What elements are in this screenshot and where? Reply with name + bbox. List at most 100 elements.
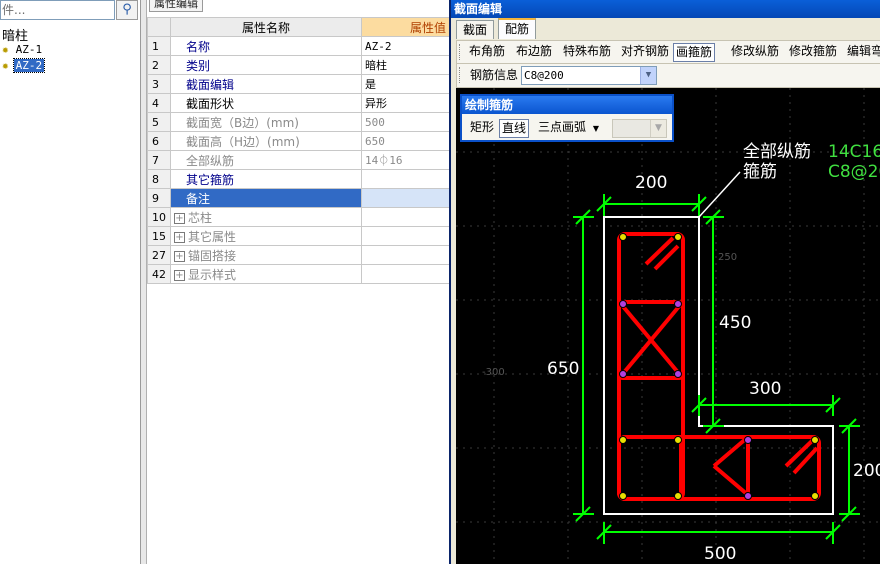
rebar-info-select[interactable]: C8@200 ▼ (521, 66, 657, 85)
annotations: 全部纵筋 14C16 箍筋 C8@200 (743, 142, 880, 182)
three-point-arc-button[interactable]: 三点画弧 ▼ (536, 119, 601, 138)
reinforcement-toolbar: 布角筋 布边筋 特殊布筋 对齐钢筋 画箍筋 修改纵筋 修改箍筋 编辑弯 (456, 40, 880, 64)
property-name[interactable]: 截面编辑 (170, 74, 362, 94)
search-button[interactable]: ⚲ (116, 0, 138, 20)
chevron-down-icon[interactable]: ▼ (650, 120, 666, 137)
expand-icon[interactable]: + (174, 231, 185, 243)
property-row[interactable]: 27 + 锚固搭接 (147, 245, 450, 265)
property-name[interactable]: 类别 (170, 55, 362, 75)
search-input[interactable]: 件... (0, 0, 115, 20)
property-name[interactable]: + 锚固搭接 (170, 245, 362, 265)
property-name-label: 类别 (186, 58, 211, 73)
rebar-info-toolbar: 钢筋信息 C8@200 ▼ (456, 64, 880, 88)
tab-section[interactable]: 截面 (456, 20, 495, 39)
property-row[interactable]: 4 截面形状 异形 (147, 93, 450, 113)
dim-inner-vertical: 450 (719, 313, 751, 333)
corner-bar-button[interactable]: 布角筋 (467, 43, 507, 62)
dim-left-height: 650 (547, 359, 579, 379)
property-name-label: 芯柱 (188, 210, 213, 225)
property-name[interactable]: 名称 (170, 36, 362, 56)
row-number: 15 (147, 226, 171, 246)
property-value[interactable] (361, 226, 450, 246)
property-name[interactable]: + 显示样式 (170, 264, 362, 284)
property-name-label: 截面宽（B边）(mm) (186, 115, 299, 130)
property-row[interactable]: 8 其它箍筋 (147, 169, 450, 189)
property-value[interactable]: 650 (361, 131, 450, 151)
header-property-name[interactable]: 属性名称 (170, 17, 362, 37)
property-name-label: 截面高（H边）(mm) (186, 134, 300, 149)
property-value[interactable]: 是 (361, 74, 450, 94)
property-name[interactable]: + 芯柱 (170, 207, 362, 227)
property-name[interactable]: 截面形状 (170, 93, 362, 113)
row-number: 1 (147, 36, 171, 56)
property-row[interactable]: 15 + 其它属性 (147, 226, 450, 246)
property-row[interactable]: 9 备注 (147, 188, 450, 208)
property-row[interactable]: 42 + 显示样式 (147, 264, 450, 284)
property-row[interactable]: 1 名称 AZ-2 (147, 36, 450, 56)
rebar-info-value: C8@200 (524, 69, 564, 82)
line-button[interactable]: 直线 (499, 119, 530, 138)
property-row[interactable]: 7 全部纵筋 14⏀16 (147, 150, 450, 170)
arc-options-select[interactable]: ▼ (612, 119, 667, 138)
property-row[interactable]: 2 类别 暗柱 (147, 55, 450, 75)
draw-stirrup-button[interactable]: 画箍筋 (673, 43, 716, 62)
row-number: 5 (147, 112, 171, 132)
special-bar-button[interactable]: 特殊布筋 (561, 43, 613, 62)
row-number: 7 (147, 150, 171, 170)
tab-reinforcement[interactable]: 配筋 (498, 18, 537, 39)
property-name[interactable]: 全部纵筋 (170, 150, 362, 170)
property-name[interactable]: 截面宽（B边）(mm) (170, 112, 362, 132)
component-tree-panel: 件... ⚲ 暗柱 ✹ AZ-1 ✹ AZ-2 (0, 0, 141, 564)
property-value[interactable]: 异形 (361, 93, 450, 113)
property-name[interactable]: + 其它属性 (170, 226, 362, 246)
property-value[interactable] (361, 245, 450, 265)
rebar-info-label: 钢筋信息 (470, 68, 519, 82)
expand-icon[interactable]: + (174, 212, 185, 224)
property-name[interactable]: 备注 (170, 188, 362, 208)
property-row[interactable]: 3 截面编辑 是 (147, 74, 450, 94)
property-value[interactable] (361, 264, 450, 284)
property-row[interactable]: 6 截面高（H边）(mm) 650 (147, 131, 450, 151)
property-value[interactable]: 暗柱 (361, 55, 450, 75)
property-value[interactable]: 14⏀16 (361, 150, 450, 170)
section-drawing: 250 -300 200 650 450 300 20 500 全部纵筋 14C… (456, 88, 880, 564)
gear-icon: ✹ (2, 59, 9, 72)
tree-item-az2[interactable]: ✹ AZ-2 (2, 58, 46, 73)
property-value[interactable] (361, 188, 450, 208)
property-row[interactable]: 5 截面宽（B边）(mm) 500 (147, 112, 450, 132)
chevron-down-icon[interactable]: ▼ (593, 124, 599, 133)
align-bar-button[interactable]: 对齐钢筋 (619, 43, 671, 62)
draw-stirrup-title[interactable]: 绘制箍筋 (462, 96, 672, 114)
edge-bar-button[interactable]: 布边筋 (514, 43, 554, 62)
expand-icon[interactable]: + (174, 269, 185, 281)
property-value[interactable] (361, 169, 450, 189)
chevron-down-icon[interactable]: ▼ (640, 67, 656, 84)
toolbar-grip[interactable] (459, 67, 462, 83)
property-value[interactable]: 500 (361, 112, 450, 132)
tab-property-edit[interactable]: 属性编辑 (149, 0, 203, 12)
three-point-arc-label: 三点画弧 (538, 120, 587, 134)
property-name[interactable]: 其它箍筋 (170, 169, 362, 189)
property-name-label: 显示样式 (188, 267, 237, 282)
modify-stirrup-button[interactable]: 修改箍筋 (787, 43, 839, 62)
edit-bend-button[interactable]: 编辑弯 (845, 43, 880, 62)
drawing-canvas[interactable]: 250 -300 200 650 450 300 20 500 全部纵筋 14C… (456, 88, 880, 564)
dim-right-height: 200 (853, 461, 880, 481)
row-number: 27 (147, 245, 171, 265)
property-row[interactable]: 10 + 芯柱 (147, 207, 450, 227)
row-number: 6 (147, 131, 171, 151)
property-value[interactable]: AZ-2 (361, 36, 450, 56)
expand-icon[interactable]: + (174, 250, 185, 262)
section-editor-window: 截面编辑 截面 配筋 布角筋 布边筋 特殊布筋 对齐钢筋 画箍筋 修改纵筋 修改… (449, 0, 880, 564)
tree-item-az1[interactable]: ✹ AZ-1 (2, 42, 44, 57)
header-property-value[interactable]: 属性值 (361, 17, 450, 37)
property-name-label: 名称 (186, 39, 211, 54)
modify-longitudinal-button[interactable]: 修改纵筋 (729, 43, 781, 62)
property-name-label: 其它箍筋 (186, 172, 235, 187)
grid-label-neg300: -300 (482, 367, 505, 378)
rectangle-button[interactable]: 矩形 (468, 119, 496, 138)
toolbar-grip[interactable] (459, 44, 462, 60)
property-name[interactable]: 截面高（H边）(mm) (170, 131, 362, 151)
property-name-label: 截面编辑 (186, 77, 235, 92)
property-value[interactable] (361, 207, 450, 227)
